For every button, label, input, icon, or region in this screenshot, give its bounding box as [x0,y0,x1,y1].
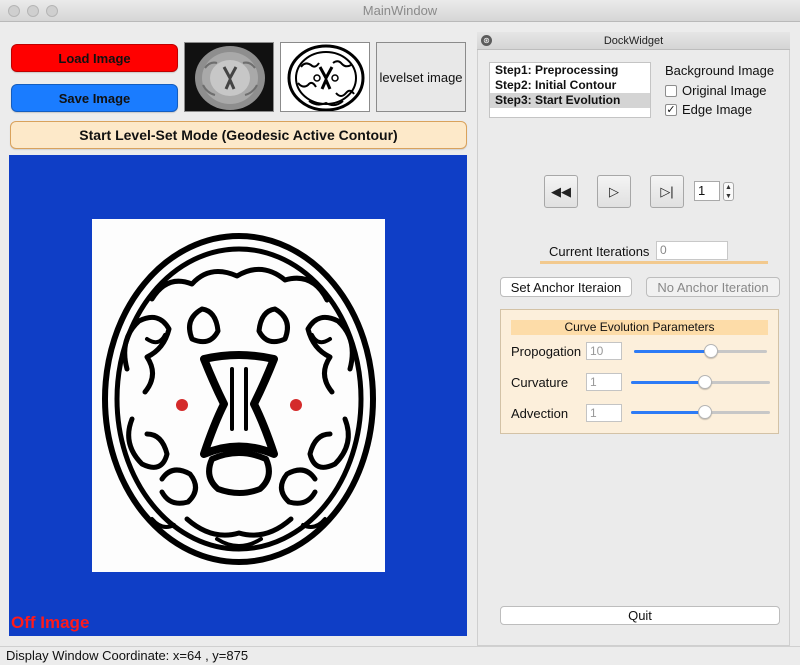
step-count-spinbox[interactable]: 1 [694,181,720,201]
no-anchor-iteration-button[interactable]: No Anchor Iteration [646,277,780,297]
curvature-slider[interactable] [631,375,770,389]
current-iterations-label: Current Iterations [549,244,650,259]
iterations-underline [540,261,768,264]
play-button[interactable]: ▷ [597,175,631,208]
step-forward-button[interactable]: ▷| [650,175,684,208]
advection-slider[interactable] [631,405,770,419]
rewind-icon: ◀◀ [551,183,571,199]
edge-image-checkbox[interactable]: ✓ Edge Image [665,102,752,117]
rewind-button[interactable]: ◀◀ [544,175,578,208]
propagation-label: Propogation [511,344,582,359]
curvature-slider-handle[interactable] [698,375,712,389]
curvature-label: Curvature [511,375,569,390]
propagation-field[interactable]: 10 [586,342,622,360]
advection-slider-fill [631,411,705,414]
step-forward-icon: ▷| [660,183,674,199]
quit-button[interactable]: Quit [500,606,780,625]
off-image-label: Off Image [11,613,90,632]
steps-list[interactable]: Step1: Preprocessing Step2: Initial Cont… [489,62,651,118]
chevron-down-icon[interactable]: ▼ [724,192,733,201]
play-icon: ▷ [609,183,619,199]
propagation-slider-handle[interactable] [704,344,718,358]
curvature-slider-fill [631,381,705,384]
levelset-image-thumbnail[interactable]: levelset image [376,42,466,112]
load-image-button[interactable]: Load Image [11,44,178,72]
chevron-up-icon[interactable]: ▲ [724,183,733,192]
title-bar: MainWindow [0,0,800,22]
propagation-slider-fill [634,350,711,353]
dock-float-icon[interactable]: ⊛ [481,35,492,46]
edge-image-label: Edge Image [682,102,753,117]
advection-slider-handle[interactable] [698,405,712,419]
advection-field[interactable]: 1 [586,404,622,422]
edge-image-view [92,219,385,572]
edge-image-check-box[interactable]: ✓ [665,103,677,116]
step-item-initial-contour[interactable]: Step2: Initial Contour [490,78,650,93]
spinbox-arrows[interactable]: ▲ ▼ [723,182,734,201]
curvature-field[interactable]: 1 [586,373,622,391]
edge-image-thumbnail[interactable] [280,42,370,112]
dock-title: DockWidget [603,35,664,47]
start-levelset-mode-button[interactable]: Start Level-Set Mode (Geodesic Active Co… [10,121,467,149]
status-bar: Display Window Coordinate: x=64 , y=875 [0,646,800,664]
set-anchor-iteration-button[interactable]: Set Anchor Iteraion [500,277,632,297]
original-image-check-box[interactable] [665,84,677,97]
save-image-button[interactable]: Save Image [11,84,178,112]
current-iterations-field[interactable]: 0 [656,241,728,260]
original-image-thumbnail[interactable] [184,42,274,112]
parameters-title: Curve Evolution Parameters [511,320,768,335]
image-display-canvas[interactable]: Off Image [9,155,467,636]
propagation-slider[interactable] [634,344,767,358]
original-image-checkbox[interactable]: Original Image [665,83,767,98]
original-image-label: Original Image [682,83,767,98]
step-item-preprocessing[interactable]: Step1: Preprocessing [490,63,650,78]
dock-title-bar[interactable]: ⊛ DockWidget [477,32,790,50]
window-title: MainWindow [362,3,438,18]
step-item-start-evolution[interactable]: Step3: Start Evolution [490,93,650,108]
advection-label: Advection [511,406,569,421]
background-image-label: Background Image [665,63,775,78]
